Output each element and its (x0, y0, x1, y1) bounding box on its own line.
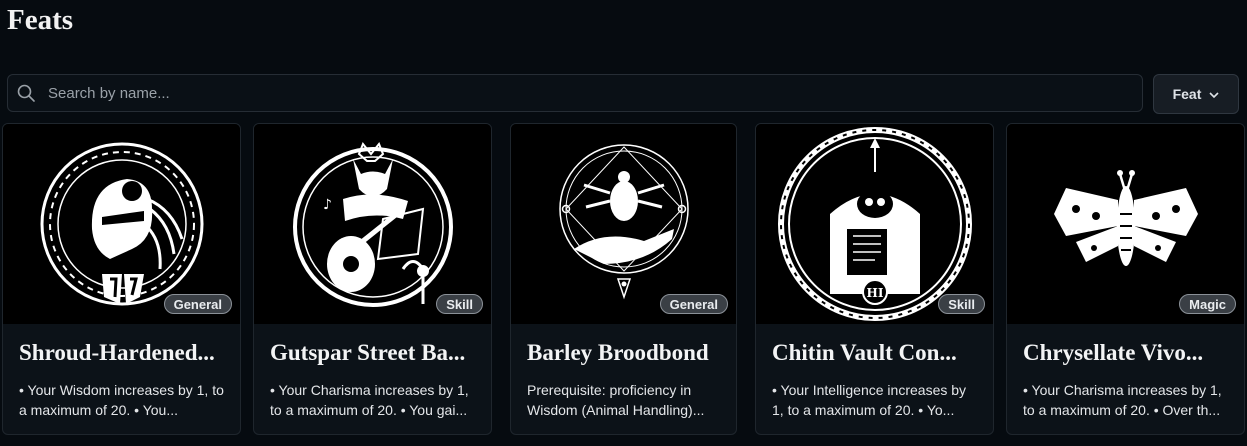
category-badge: Skill (436, 294, 483, 314)
feat-name: Gutspar Street Ba... (270, 340, 466, 365)
category-badge: General (163, 294, 232, 314)
svg-text:HI: HI (866, 286, 883, 300)
category-badge: Magic (1179, 294, 1236, 314)
feat-name: Barley Broodbond (527, 340, 709, 365)
filter-label: Feat (1172, 86, 1202, 102)
feat-description: • Your Wisdom increases by 1, to a maxim… (19, 382, 224, 418)
feat-card[interactable]: HI Skill Chitin Vault Con... • Your Inte… (755, 123, 994, 435)
chevron-down-icon (1209, 86, 1219, 102)
feat-card[interactable]: Magic Chrysellate Vivo... • Your Charism… (1006, 123, 1245, 435)
feat-description: • Your Intelligence increases by 1, to a… (772, 382, 967, 418)
feat-description: • Your Charisma increases by 1, to a max… (270, 382, 469, 418)
moth-icon (1053, 170, 1198, 266)
search-icon (16, 83, 36, 103)
armored-head-emblem-icon (40, 142, 203, 306)
category-badge: Skill (938, 294, 985, 314)
feat-description: Prerequisite: proficiency in Wisdom (Ani… (527, 382, 705, 418)
page-title: Feats (7, 4, 74, 36)
feat-description: • Your Charisma increases by 1, to a max… (1023, 382, 1222, 418)
feat-card[interactable]: General Barley Broodbond Prerequisite: p… (510, 123, 737, 435)
svg-text:♪: ♪ (323, 197, 332, 213)
feat-name: Chrysellate Vivo... (1023, 340, 1204, 365)
search-bar[interactable] (7, 74, 1143, 112)
search-input[interactable] (48, 84, 1142, 102)
category-badge: General (659, 294, 728, 314)
feat-name: Chitin Vault Con... (772, 340, 957, 365)
fox-lute-emblem-icon: ♪ (292, 142, 453, 307)
feat-name: Shroud-Hardened... (19, 340, 215, 365)
feat-card[interactable]: General Shroud-Hardened... • Your Wisdom… (2, 123, 241, 435)
beetle-hand-emblem-icon (558, 144, 689, 300)
feat-filter-dropdown[interactable]: Feat (1153, 74, 1239, 114)
feat-card[interactable]: ♪ Skill Gutspar Street Ba... • Your Char… (253, 123, 492, 435)
